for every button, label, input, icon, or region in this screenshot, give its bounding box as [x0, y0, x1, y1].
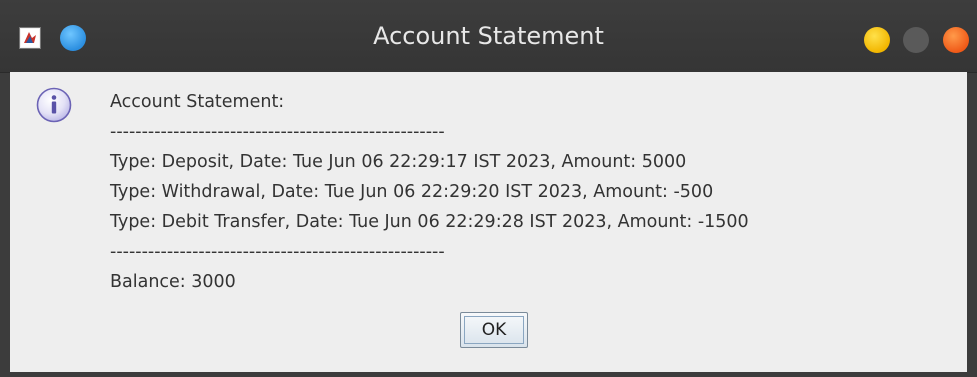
- maximize-button[interactable]: [903, 27, 929, 53]
- statement-heading: Account Statement:: [110, 92, 285, 112]
- dialog-content: Account Statement: ---------------------…: [10, 72, 967, 372]
- dialog-window: Account Statement Account Statement: ---…: [0, 0, 977, 377]
- window-title: Account Statement: [373, 22, 604, 50]
- ok-button[interactable]: OK: [460, 312, 528, 348]
- transaction-line: Type: Withdrawal, Date: Tue Jun 06 22:29…: [110, 182, 714, 202]
- transaction-line: Type: Debit Transfer, Date: Tue Jun 06 2…: [110, 212, 749, 232]
- separator-line: ----------------------------------------…: [110, 242, 445, 262]
- minimize-button[interactable]: [864, 27, 890, 53]
- statement-message: Account Statement: ---------------------…: [110, 87, 749, 297]
- title-bar[interactable]: Account Statement: [0, 0, 977, 73]
- close-button[interactable]: [943, 27, 969, 53]
- balance-text: Balance: 3000: [110, 272, 236, 292]
- transaction-line: Type: Deposit, Date: Tue Jun 06 22:29:17…: [110, 152, 687, 172]
- separator-line: ----------------------------------------…: [110, 122, 445, 142]
- ok-button-label: OK: [481, 320, 507, 340]
- info-icon: [36, 87, 72, 123]
